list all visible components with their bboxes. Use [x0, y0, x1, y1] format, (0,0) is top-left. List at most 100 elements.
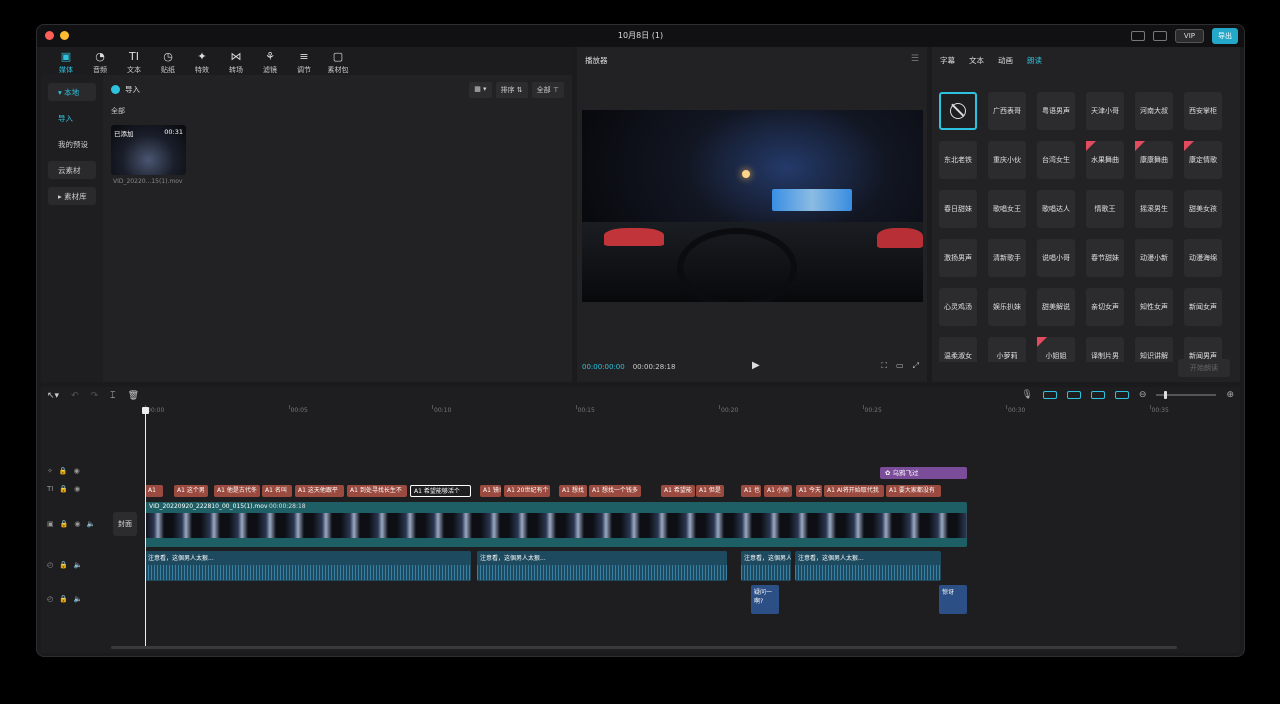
voice-option[interactable]: 甜美女孩 [1184, 190, 1222, 228]
menu-icon[interactable]: ☰ [911, 54, 919, 64]
voice-option[interactable]: 心灵鸡汤 [939, 288, 977, 326]
voice-option[interactable]: 激扬男声 [939, 239, 977, 277]
text-clip[interactable]: A1 20世纪有个 [504, 485, 550, 497]
voice-option[interactable]: 说唱小哥 [1037, 239, 1075, 277]
eye-icon[interactable]: ◉ [74, 520, 80, 528]
eye-icon[interactable]: ◉ [74, 467, 80, 475]
zoom-slider[interactable] [1156, 391, 1217, 399]
lock-icon[interactable]: 🔒 [59, 595, 68, 603]
sfx-clip[interactable]: 惊讶 [939, 585, 967, 614]
media-clip-thumbnail[interactable]: 已添加 00:31 [111, 125, 186, 175]
voice-option[interactable]: 粤语男声 [1037, 92, 1075, 130]
voice-option[interactable]: 亲切女声 [1086, 288, 1124, 326]
text-clip[interactable]: A1 要大家都没有 [886, 485, 941, 497]
microphone-icon[interactable]: 🎙 [1021, 390, 1032, 400]
voice-option[interactable]: 台湾女生 [1037, 141, 1075, 179]
voice-option[interactable]: 小姐姐 [1037, 337, 1075, 362]
text-clip[interactable]: A1 AI将开始取代我 [824, 485, 884, 497]
voice-option[interactable]: 动漫海绵 [1184, 239, 1222, 277]
voice-option[interactable]: 康定情歌 [1184, 141, 1222, 179]
delete-icon[interactable]: 🗑 [128, 391, 139, 401]
tool-tab[interactable]: ▣ 媒体 [49, 47, 83, 75]
text-clip[interactable]: A1 小师 [764, 485, 792, 497]
lock-icon[interactable]: 🔒 [59, 485, 68, 493]
voice-option[interactable]: 译制片男 [1086, 337, 1124, 362]
text-clip[interactable]: A1 也 [741, 485, 761, 497]
sidenav-library[interactable]: ▸ 素材库 [48, 187, 96, 205]
crop-icon[interactable]: ⛶ [881, 361, 887, 371]
play-icon[interactable]: ▶ [752, 360, 760, 371]
sidenav-import[interactable]: 导入 [48, 109, 96, 127]
voice-option[interactable]: 清新歌手 [988, 239, 1026, 277]
ratio-icon[interactable]: ▭ [896, 361, 904, 371]
preview-axis-icon[interactable] [1090, 391, 1105, 399]
layout-icon[interactable] [1152, 31, 1167, 41]
sidenav-local[interactable]: ▾ 本地 [48, 83, 96, 101]
voice-option[interactable]: 西安掌柜 [1184, 92, 1222, 130]
text-clip[interactable]: A1 名叫 [262, 485, 292, 497]
voice-option[interactable]: 温柔淑女 [939, 337, 977, 362]
text-clip[interactable]: A1 希望能够活个 [410, 485, 471, 497]
tool-tab[interactable]: ⋈ 转场 [219, 47, 253, 75]
voice-option[interactable]: 情歌王 [1086, 190, 1124, 228]
audio-clip[interactable]: 注意看，这個男人太狠... [145, 551, 471, 581]
tool-tab[interactable]: ⚘ 滤镜 [253, 47, 287, 75]
link-icon[interactable] [1066, 391, 1081, 399]
audio-clip[interactable]: 注意看，这個男人太狠... [477, 551, 727, 581]
tool-tab[interactable]: TI 文本 [117, 47, 151, 75]
text-clip[interactable]: A1 这天他跟平 [295, 485, 344, 497]
sort-button[interactable]: 排序 ⇅ [495, 82, 528, 98]
tts-tab[interactable]: 朗读 [1027, 55, 1042, 66]
text-clip[interactable]: A1 今天 [796, 485, 822, 497]
sidenav-presets[interactable]: 我的预设 [48, 135, 96, 153]
speaker-icon[interactable]: 🔈 [74, 595, 83, 603]
voice-none[interactable] [939, 92, 977, 130]
voice-option[interactable]: 歌唱达人 [1037, 190, 1075, 228]
tool-tab[interactable]: ✦ 特效 [185, 47, 219, 75]
cover-button[interactable]: 封面 [113, 512, 137, 536]
zoom-in-icon[interactable]: ⊕ [1226, 390, 1234, 400]
vip-button[interactable]: VIP [1174, 29, 1204, 43]
text-clip[interactable]: A1 到处寻找长生不 [347, 485, 407, 497]
view-mode-button[interactable]: ▦ ▾ [469, 82, 492, 98]
text-clip[interactable]: A1 [145, 485, 163, 497]
snap-icon[interactable] [1042, 391, 1057, 399]
text-clip[interactable]: A1 但是 [696, 485, 724, 497]
voice-option[interactable]: 动漫小新 [1135, 239, 1173, 277]
fullscreen-icon[interactable]: ⤢ [913, 361, 919, 371]
voice-option[interactable]: 知识讲解 [1135, 337, 1173, 362]
text-clip[interactable]: A1 镜! [480, 485, 501, 497]
text-clip[interactable]: A1 想找 [559, 485, 587, 497]
eye-icon[interactable]: ◉ [74, 485, 80, 493]
voice-option[interactable]: 康康舞曲 [1135, 141, 1173, 179]
text-clip[interactable]: A1 想找一个钱多 [589, 485, 641, 497]
time-ruler[interactable]: 00:00 00:05 00:10 00:15 00:20 00:25 00:30 00:35 [141, 405, 1240, 417]
start-reading-button[interactable]: 开始朗读 [1178, 359, 1230, 377]
voice-option[interactable]: 春日甜妹 [939, 190, 977, 228]
playhead[interactable] [142, 407, 149, 647]
tts-tab[interactable]: 动画 [998, 55, 1013, 66]
tool-tab[interactable]: ≡ 调节 [287, 47, 321, 75]
voice-option[interactable]: 重庆小伙 [988, 141, 1026, 179]
voice-option[interactable]: 歌唱女王 [988, 190, 1026, 228]
redo-icon[interactable]: ↷ [91, 391, 99, 401]
keyboard-icon[interactable] [1130, 31, 1145, 41]
text-clip[interactable]: A1 希望能 [661, 485, 695, 497]
split-icon[interactable]: ⌶ [110, 391, 115, 401]
lock-icon[interactable]: 🔒 [59, 561, 68, 569]
voice-option[interactable]: 河南大叔 [1135, 92, 1173, 130]
video-clip[interactable]: VID_20220920_222810_00_015(1).mov 00:00:… [145, 502, 967, 547]
speaker-icon[interactable]: 🔈 [74, 561, 83, 569]
zoom-out-icon[interactable]: ⊖ [1139, 390, 1147, 400]
import-button[interactable]: 导入 [111, 84, 140, 95]
sticker-clip[interactable]: ✿ 乌鸦飞过 [880, 467, 967, 479]
voice-option[interactable]: 新闻女声 [1184, 288, 1222, 326]
speaker-icon[interactable]: 🔈 [86, 520, 95, 528]
voice-option[interactable]: 广西表哥 [988, 92, 1026, 130]
voice-option[interactable]: 春节甜妹 [1086, 239, 1124, 277]
voice-option[interactable]: 摇滚男生 [1135, 190, 1173, 228]
tool-tab[interactable]: ◔ 音频 [83, 47, 117, 75]
audio-clip[interactable]: 注意看，这個男人太狠... [741, 551, 791, 581]
lock-icon[interactable]: 🔒 [59, 467, 68, 475]
filter-button[interactable]: 全部 ⊤ [531, 82, 564, 98]
